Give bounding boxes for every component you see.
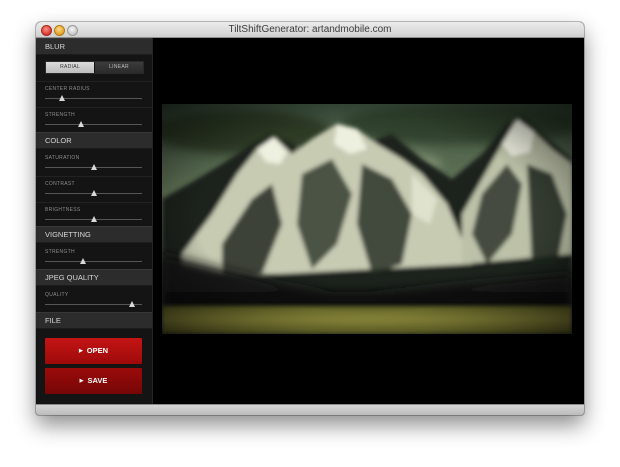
section-header-file: FILE — [36, 312, 152, 329]
jpeg-quality-label: QUALITY — [45, 292, 69, 298]
saturation-control: SATURATION — [36, 155, 152, 173]
save-button[interactable]: ▶ SAVE — [45, 368, 142, 394]
section-header-blur: BLUR — [36, 38, 152, 55]
app-window: TiltShiftGenerator: artandmobile.com BLU… — [36, 22, 584, 415]
blur-mode-linear-button[interactable]: LINEAR — [95, 62, 143, 73]
jpeg-quality-slider[interactable] — [45, 304, 142, 305]
save-button-label: SAVE — [87, 376, 108, 385]
mountain-photo — [162, 104, 572, 334]
saturation-slider-thumb[interactable] — [90, 164, 97, 170]
saturation-label: SATURATION — [45, 155, 80, 161]
open-button-label: OPEN — [86, 346, 109, 355]
section-header-color: COLOR — [36, 132, 152, 149]
vignetting-strength-slider[interactable] — [45, 261, 142, 262]
contrast-label: CONTRAST — [45, 181, 75, 187]
brightness-label: BRIGHTNESS — [45, 207, 81, 213]
blur-strength-control: STRENGTH — [36, 112, 152, 130]
center-radius-control: CENTER RADIUS — [36, 86, 152, 104]
blur-mode-toggle: RADIAL LINEAR — [45, 61, 144, 74]
image-preview — [162, 104, 572, 334]
jpeg-quality-control: QUALITY — [36, 292, 152, 310]
center-radius-slider-thumb[interactable] — [59, 95, 66, 101]
section-header-jpeg-quality: JPEG QUALITY — [36, 269, 152, 286]
title-bar[interactable]: TiltShiftGenerator: artandmobile.com — [36, 22, 584, 38]
contrast-slider-thumb[interactable] — [90, 190, 97, 196]
blur-strength-slider-thumb[interactable] — [77, 121, 84, 127]
blur-strength-label: STRENGTH — [45, 112, 75, 118]
controls-sidebar: BLUR RADIAL LINEAR CENTER RADIUS STRENGT… — [36, 38, 153, 404]
divider — [36, 176, 152, 177]
contrast-control: CONTRAST — [36, 181, 152, 199]
window-title: TiltShiftGenerator: artandmobile.com — [228, 24, 392, 35]
vignetting-strength-control: STRENGTH — [36, 249, 152, 267]
status-bar — [36, 404, 584, 415]
center-radius-label: CENTER RADIUS — [45, 86, 90, 92]
blur-mode-radial-button[interactable]: RADIAL — [46, 62, 94, 73]
open-button[interactable]: ▶ OPEN — [45, 338, 142, 364]
triangle-right-icon: ▶ — [78, 348, 83, 354]
divider — [36, 107, 152, 108]
vignetting-strength-slider-thumb[interactable] — [79, 258, 86, 264]
triangle-right-icon: ▶ — [79, 378, 84, 384]
brightness-slider-thumb[interactable] — [90, 216, 97, 222]
jpeg-quality-slider-thumb[interactable] — [129, 301, 136, 307]
divider — [36, 202, 152, 203]
section-header-vignetting: VIGNETTING — [36, 226, 152, 243]
divider — [36, 81, 152, 82]
vignetting-strength-label: STRENGTH — [45, 249, 75, 255]
blur-strength-slider[interactable] — [45, 124, 142, 125]
brightness-control: BRIGHTNESS — [36, 207, 152, 225]
